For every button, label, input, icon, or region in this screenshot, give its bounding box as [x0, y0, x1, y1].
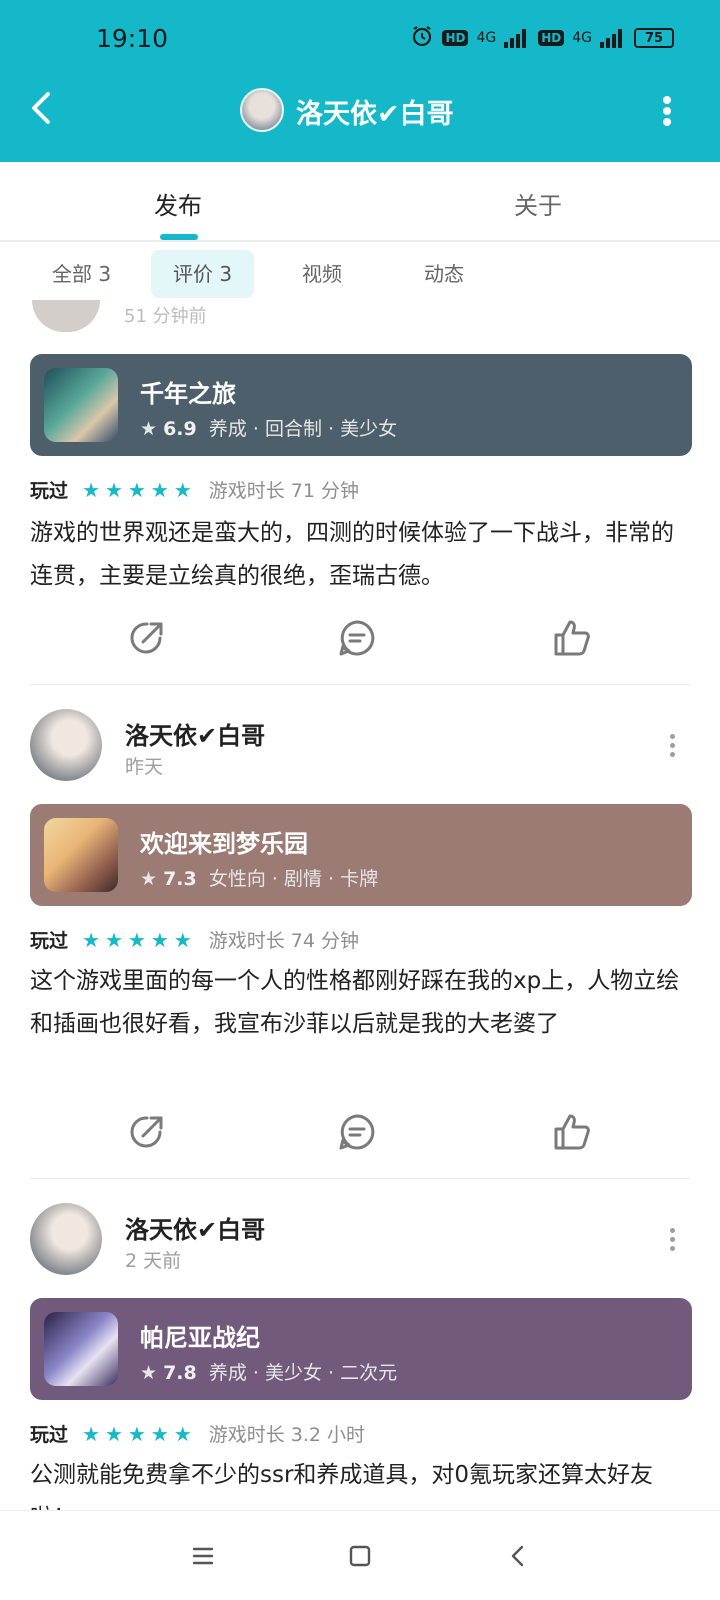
header-title: 洛天依✔白哥 — [296, 99, 454, 130]
game-rating: 7.8 — [163, 1362, 197, 1384]
game-rating: 6.9 — [163, 418, 197, 440]
divider — [30, 684, 690, 685]
top-bar: 19:10 HD 4G HD 4G 75 洛天依✔白哥 — [0, 0, 720, 162]
like-button[interactable] — [552, 1112, 592, 1152]
avatar[interactable] — [30, 709, 102, 781]
like-button[interactable] — [552, 618, 592, 658]
share-icon — [130, 1116, 163, 1148]
comment-icon — [339, 620, 375, 656]
more-options-button[interactable] — [670, 734, 676, 760]
filter-reviews[interactable]: 评价 3 — [151, 250, 255, 298]
played-row: 玩过 ★★★★★ 游戏时长 71 分钟 — [30, 476, 359, 503]
alarm-icon — [410, 24, 434, 52]
game-meta: ★ 7.8 养成 · 美少女 · 二次元 — [140, 1362, 398, 1384]
game-icon — [44, 368, 118, 442]
play-duration: 游戏时长 74 分钟 — [208, 930, 360, 952]
tab-publish[interactable]: 发布 — [154, 186, 202, 221]
chevron-left-icon — [32, 92, 50, 124]
post-time: 2 天前 — [125, 1250, 182, 1272]
home-button[interactable] — [343, 1539, 377, 1573]
comment-icon — [339, 1114, 375, 1150]
status-icons: HD 4G HD 4G 75 — [410, 24, 674, 52]
play-duration: 游戏时长 71 分钟 — [208, 480, 360, 502]
played-row: 玩过 ★★★★★ 游戏时长 3.2 小时 — [30, 1420, 365, 1447]
nav-back-button[interactable] — [502, 1539, 536, 1573]
review-actions — [0, 1112, 720, 1172]
review-actions — [0, 618, 720, 678]
game-meta: ★ 7.3 女性向 · 剧情 · 卡牌 — [140, 868, 379, 890]
comment-button[interactable] — [337, 618, 377, 658]
signal-icon — [504, 28, 530, 48]
network-label: 4G — [476, 30, 497, 46]
filter-videos[interactable]: 视频 — [280, 250, 364, 298]
tab-about[interactable]: 关于 — [514, 186, 562, 221]
rating-stars: ★★★★★ — [82, 928, 197, 952]
header-avatar[interactable] — [240, 88, 284, 132]
post-time: 昨天 — [125, 756, 164, 778]
network-label-2: 4G — [572, 30, 592, 46]
game-tags: 女性向 · 剧情 · 卡牌 — [208, 868, 379, 890]
game-icon — [44, 818, 118, 892]
rating-stars: ★★★★★ — [82, 478, 197, 502]
avatar[interactable] — [30, 1203, 102, 1275]
game-card[interactable]: 千年之旅 ★ 6.9 养成 · 回合制 · 美少女 — [30, 354, 692, 456]
share-button[interactable] — [127, 618, 167, 658]
played-row: 玩过 ★★★★★ 游戏时长 74 分钟 — [30, 926, 359, 953]
game-card[interactable]: 欢迎来到梦乐园 ★ 7.3 女性向 · 剧情 · 卡牌 — [30, 804, 692, 906]
played-label: 玩过 — [30, 930, 69, 952]
game-tags: 养成 · 回合制 · 美少女 — [208, 418, 398, 440]
game-title: 帕尼亚战纪 — [140, 1324, 260, 1352]
share-icon — [130, 622, 163, 654]
game-rating: 7.3 — [163, 868, 197, 890]
post-time: 51 分钟前 — [124, 306, 207, 327]
game-card[interactable]: 帕尼亚战纪 ★ 7.8 养成 · 美少女 · 二次元 — [30, 1298, 692, 1400]
user-name[interactable]: 洛天依✔白哥 — [125, 716, 265, 751]
review-text[interactable]: 游戏的世界观还是蛮大的，四测的时候体验了一下战斗，非常的连贯，主要是立绘真的很绝… — [30, 512, 694, 598]
divider — [30, 1178, 690, 1179]
status-time: 19:10 — [96, 24, 169, 53]
user-name[interactable]: 洛天依✔白哥 — [125, 1210, 265, 1245]
menu-button[interactable] — [186, 1539, 220, 1573]
main-tabs: 发布 关于 — [0, 162, 720, 242]
back-button[interactable] — [26, 90, 56, 126]
thumbs-up-icon — [554, 620, 590, 656]
played-label: 玩过 — [30, 1424, 69, 1446]
signal-icon-2 — [600, 28, 626, 48]
avatar[interactable] — [32, 300, 100, 332]
menu-icon — [192, 1547, 214, 1565]
game-meta: ★ 6.9 养成 · 回合制 · 美少女 — [140, 418, 398, 440]
share-button[interactable] — [127, 1112, 167, 1152]
game-tags: 养成 · 美少女 · 二次元 — [208, 1362, 398, 1384]
game-title: 千年之旅 — [140, 380, 236, 408]
hd-icon: HD — [442, 30, 469, 46]
rating-stars: ★★★★★ — [82, 1422, 197, 1446]
played-label: 玩过 — [30, 480, 69, 502]
review-text[interactable]: 这个游戏里面的每一个人的性格都刚好踩在我的xp上，人物立绘和插画也很好看，我宣布… — [30, 960, 694, 1046]
thumbs-up-icon — [554, 1114, 590, 1150]
battery-level: 75 — [644, 30, 664, 46]
square-icon — [349, 1545, 371, 1567]
more-options-button[interactable] — [670, 1228, 676, 1254]
tab-indicator — [160, 234, 198, 240]
filter-moments[interactable]: 动态 — [402, 250, 486, 298]
system-nav-bar — [0, 1510, 720, 1600]
comment-button[interactable] — [337, 1112, 377, 1152]
filter-all[interactable]: 全部 3 — [30, 250, 133, 298]
game-icon — [44, 1312, 118, 1386]
battery-icon: 75 — [634, 28, 674, 48]
filter-chips: 全部 3 评价 3 视频 动态 — [0, 250, 720, 306]
game-title: 欢迎来到梦乐园 — [140, 830, 308, 858]
play-duration: 游戏时长 3.2 小时 — [208, 1424, 366, 1446]
chevron-left-icon — [511, 1545, 524, 1567]
more-options-button[interactable] — [663, 96, 673, 126]
hd-icon-2: HD — [538, 30, 565, 46]
